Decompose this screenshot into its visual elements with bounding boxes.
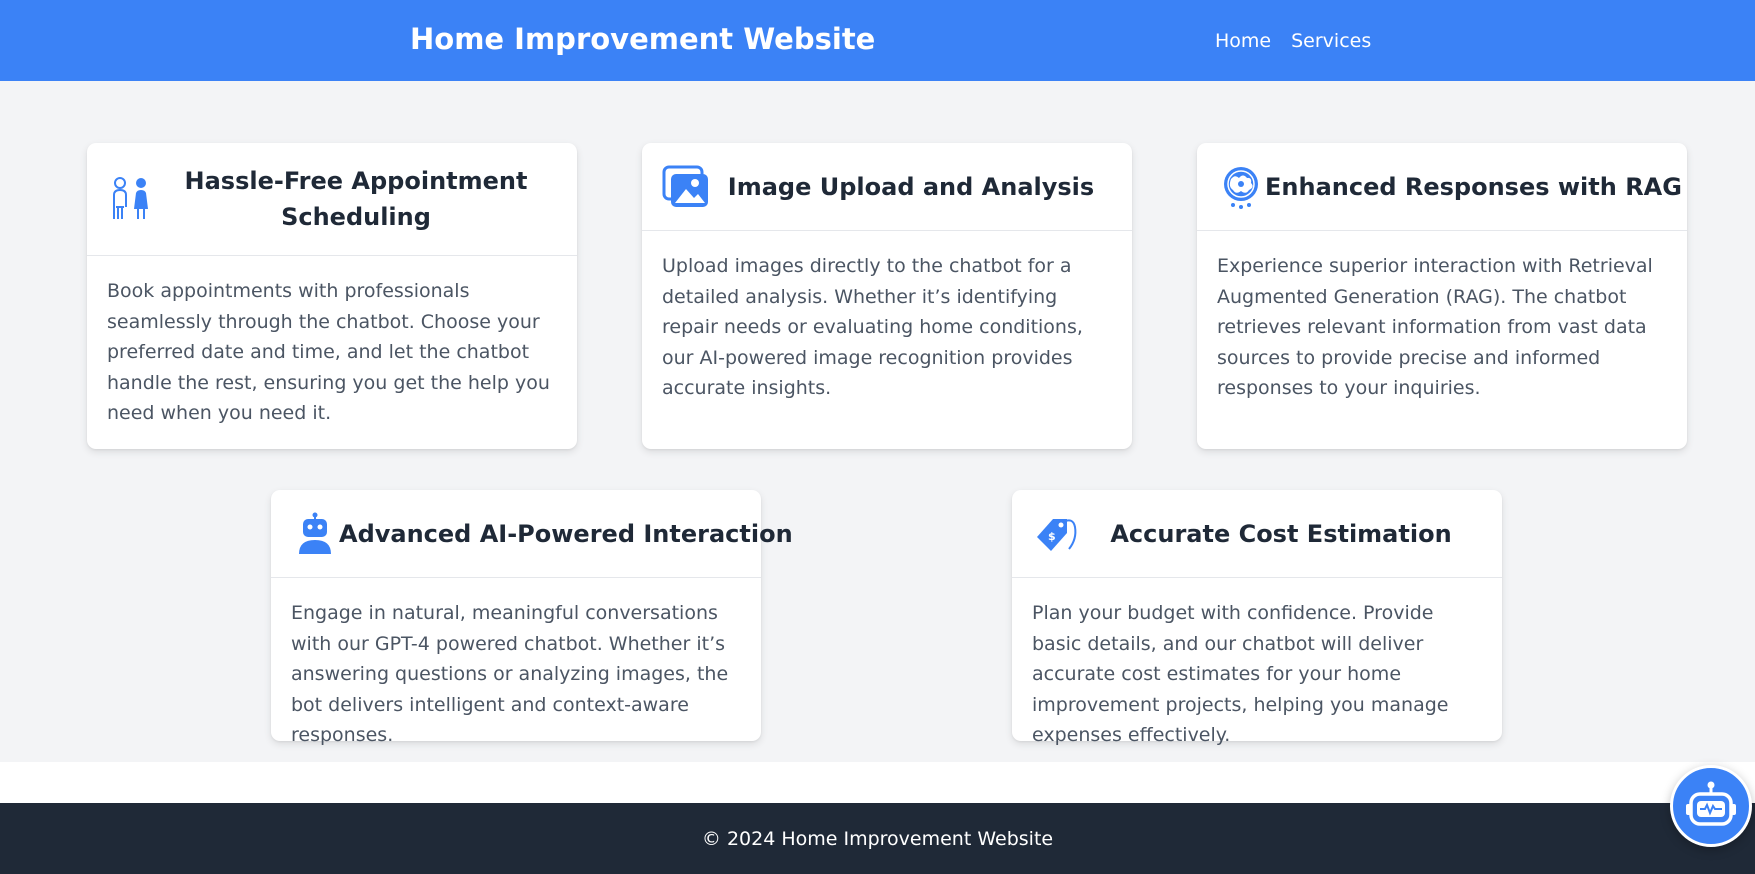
feature-card-appointment: Hassle-Free Appointment Scheduling Book …: [87, 143, 577, 449]
image-icon: [662, 163, 710, 211]
feature-card-rag: Enhanced Responses with RAG Experience s…: [1197, 143, 1687, 449]
feature-card-description: Book appointments with professionals sea…: [107, 280, 550, 424]
nav-link-home[interactable]: Home: [1215, 30, 1271, 52]
people-icon: [107, 175, 155, 223]
chatbot-icon: [1686, 781, 1736, 826]
feature-card-description: Upload images directly to the chatbot fo…: [662, 255, 1083, 399]
feature-card-title: Image Upload and Analysis: [727, 172, 1095, 201]
feature-card-header: Hassle-Free Appointment Scheduling: [87, 143, 577, 256]
feature-card-header: Advanced AI-Powered Interaction: [271, 490, 793, 578]
feature-card-ai-interaction: Advanced AI-Powered Interaction Engage i…: [271, 490, 793, 746]
site-title: Home Improvement Website: [410, 22, 876, 56]
top-navbar: Home Improvement Website Home Services: [0, 0, 1755, 81]
globe-brain-icon: [1217, 163, 1265, 211]
feature-card-description: Plan your budget with confidence. Provid…: [1032, 602, 1449, 746]
feature-card-header: Image Upload and Analysis: [642, 143, 1132, 231]
feature-card-image-upload: Image Upload and Analysis Upload images …: [642, 143, 1132, 449]
feature-card-title: Enhanced Responses with RAG: [1265, 172, 1682, 201]
feature-card-title: Accurate Cost Estimation: [1110, 519, 1452, 548]
feature-card-header: Enhanced Responses with RAG: [1197, 143, 1687, 231]
page-footer: © 2024 Home Improvement Website: [0, 803, 1755, 874]
feature-card-description: Experience superior interaction with Ret…: [1217, 255, 1653, 399]
feature-card-header: $ Accurate Cost Estimation: [1012, 490, 1502, 578]
feature-card-title: Advanced AI-Powered Interaction: [339, 519, 793, 548]
robot-icon: [291, 510, 339, 558]
svg-text:$: $: [1048, 530, 1056, 543]
feature-card-title: Hassle-Free Appointment Scheduling: [184, 167, 528, 231]
nav-link-services[interactable]: Services: [1291, 30, 1371, 52]
price-tag-icon: $: [1032, 510, 1080, 558]
footer-spacer: [0, 762, 1755, 803]
main-nav: Home Services: [1215, 30, 1371, 52]
chatbot-launcher-button[interactable]: [1670, 765, 1752, 847]
copyright-text: © 2024 Home Improvement Website: [701, 827, 1054, 850]
feature-card-description: Engage in natural, meaningful conversati…: [291, 602, 729, 746]
feature-card-cost-estimation: $ Accurate Cost Estimation Plan your bud…: [1012, 490, 1502, 746]
